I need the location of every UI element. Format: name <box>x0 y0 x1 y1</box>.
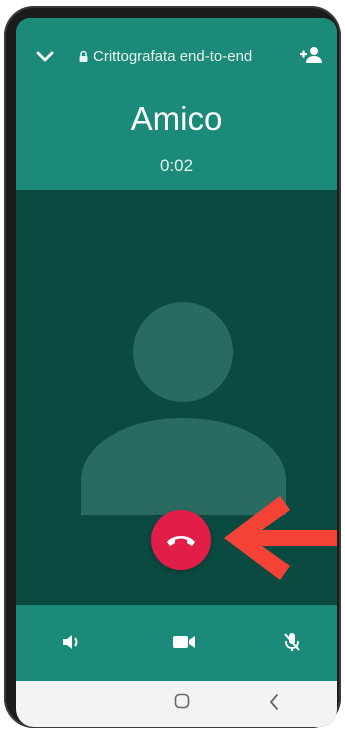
mic-off-icon <box>284 633 300 651</box>
back-chevron-icon[interactable] <box>268 693 280 711</box>
default-avatar <box>81 302 286 515</box>
call-header: Crittografata end-to-end Amico 0:02 <box>16 18 337 190</box>
annotation-arrow <box>224 496 337 580</box>
lock-icon <box>79 50 88 62</box>
call-controls <box>16 605 337 681</box>
phone-frame: Crittografata end-to-end Amico 0:02 <box>4 6 341 728</box>
chevron-down-icon[interactable] <box>36 51 54 63</box>
encryption-label: Crittografata end-to-end <box>93 48 253 65</box>
call-screen: Crittografata end-to-end Amico 0:02 <box>16 18 337 727</box>
home-button-icon[interactable] <box>174 693 190 709</box>
video-camera-icon <box>173 636 195 648</box>
add-person-icon[interactable] <box>299 46 323 64</box>
speaker-icon <box>63 635 78 649</box>
end-call-button[interactable] <box>151 510 211 570</box>
call-timer: 0:02 <box>159 156 194 175</box>
phone-hangup-icon <box>167 536 195 546</box>
contact-name: Amico <box>130 100 223 137</box>
system-nav-bar <box>16 681 337 727</box>
video-button[interactable] <box>170 631 198 653</box>
speaker-button[interactable] <box>58 631 86 653</box>
mute-button[interactable] <box>278 631 306 653</box>
encryption-notice: Crittografata end-to-end <box>78 48 252 65</box>
call-body <box>16 190 337 605</box>
